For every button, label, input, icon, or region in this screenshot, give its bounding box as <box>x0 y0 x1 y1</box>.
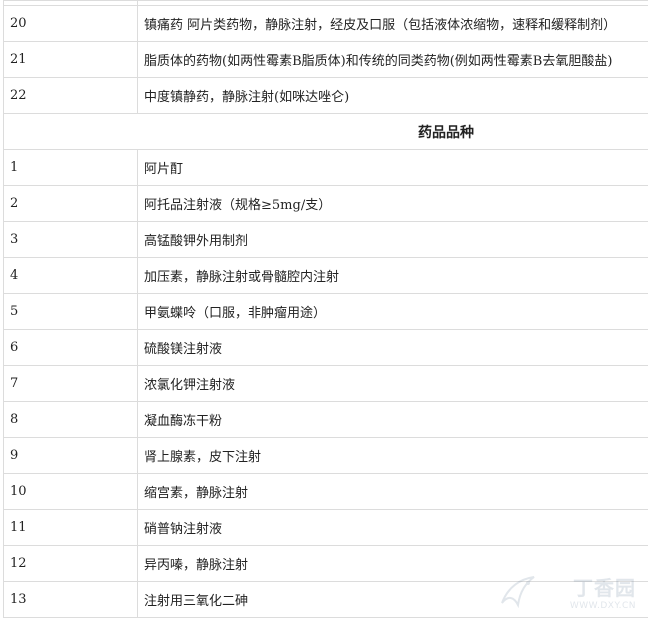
row-text: 硫酸镁注射液 <box>144 342 223 357</box>
table-row: 11 硝普钠注射液 <box>3 510 648 546</box>
dxy-watermark: 丁香园 WWW.DXY.CN <box>501 572 636 611</box>
row-number: 3 <box>3 222 138 257</box>
row-text: 镇痛药 阿片类药物，静脉注射，经皮及口服（包括液体浓缩物，速释和缓释制剂） <box>144 18 617 33</box>
row-number: 21 <box>3 42 138 77</box>
table-row: 13 注射用三氧化二砷 <box>3 582 648 618</box>
row-number: 20 <box>3 6 138 41</box>
table-row: 2 阿托品注射液（规格≥5mg/支） <box>3 186 648 222</box>
row-number: 6 <box>3 330 138 365</box>
table-row: 3 高锰酸钾外用制剂 <box>3 222 648 258</box>
dxy-logo-icon <box>501 576 535 609</box>
watermark-title: 丁香园 <box>573 576 636 600</box>
row-number: 1 <box>3 150 138 185</box>
row-text: 甲氨蝶呤（口服，非肿瘤用途） <box>144 306 327 321</box>
row-text: 脂质体的药物(如两性霉素B脂质体)和传统的同类药物(例如两性霉素B去氧胆酸盐) <box>144 54 613 69</box>
row-text: 浓氯化钾注射液 <box>144 378 236 393</box>
row-number: 2 <box>3 186 138 221</box>
row-text: 中度镇静药，静脉注射(如咪达唑仑) <box>144 90 350 105</box>
row-number: 10 <box>3 474 138 509</box>
table-row: 9 肾上腺素，皮下注射 <box>3 438 648 474</box>
drug-table: 20 镇痛药 阿片类药物，静脉注射，经皮及口服（包括液体浓缩物，速释和缓释制剂）… <box>3 0 648 618</box>
row-text: 加压素，静脉注射或骨髓腔内注射 <box>144 270 340 285</box>
table-row: 12 异丙嗪，静脉注射 <box>3 546 648 582</box>
row-number: 4 <box>3 258 138 293</box>
row-number: 11 <box>3 510 138 545</box>
table-row: 7 浓氯化钾注射液 <box>3 366 648 402</box>
table-row: 8 凝血酶冻干粉 <box>3 402 648 438</box>
table-row: 6 硫酸镁注射液 <box>3 330 648 366</box>
row-number: 22 <box>3 78 138 113</box>
section-header: 药品品种 <box>3 114 648 149</box>
row-number: 7 <box>3 366 138 401</box>
table-row: 22 中度镇静药，静脉注射(如咪达唑仑) <box>3 78 648 114</box>
row-number: 5 <box>3 294 138 329</box>
row-text: 凝血酶冻干粉 <box>144 414 223 429</box>
row-text: 阿片酊 <box>144 162 184 177</box>
row-number: 9 <box>3 438 138 473</box>
row-text: 阿托品注射液（规格≥5mg/支） <box>144 198 332 213</box>
row-number: 12 <box>3 546 138 581</box>
row-text: 硝普钠注射液 <box>144 522 223 537</box>
row-text: 肾上腺素，皮下注射 <box>144 450 262 465</box>
table-row: 5 甲氨蝶呤（口服，非肿瘤用途） <box>3 294 648 330</box>
row-number: 8 <box>3 402 138 437</box>
table-row: 21 脂质体的药物(如两性霉素B脂质体)和传统的同类药物(例如两性霉素B去氧胆酸… <box>3 42 648 78</box>
table-row: 20 镇痛药 阿片类药物，静脉注射，经皮及口服（包括液体浓缩物，速释和缓释制剂） <box>3 6 648 42</box>
table-row: 4 加压素，静脉注射或骨髓腔内注射 <box>3 258 648 294</box>
row-text: 缩宫素，静脉注射 <box>144 486 249 501</box>
row-text: 高锰酸钾外用制剂 <box>144 234 249 249</box>
watermark-url: WWW.DXY.CN <box>569 601 636 611</box>
section-header-row: 药品品种 <box>3 114 648 150</box>
row-number: 13 <box>3 582 138 617</box>
table-row: 1 阿片酊 <box>3 150 648 186</box>
table-row: 10 缩宫素，静脉注射 <box>3 474 648 510</box>
